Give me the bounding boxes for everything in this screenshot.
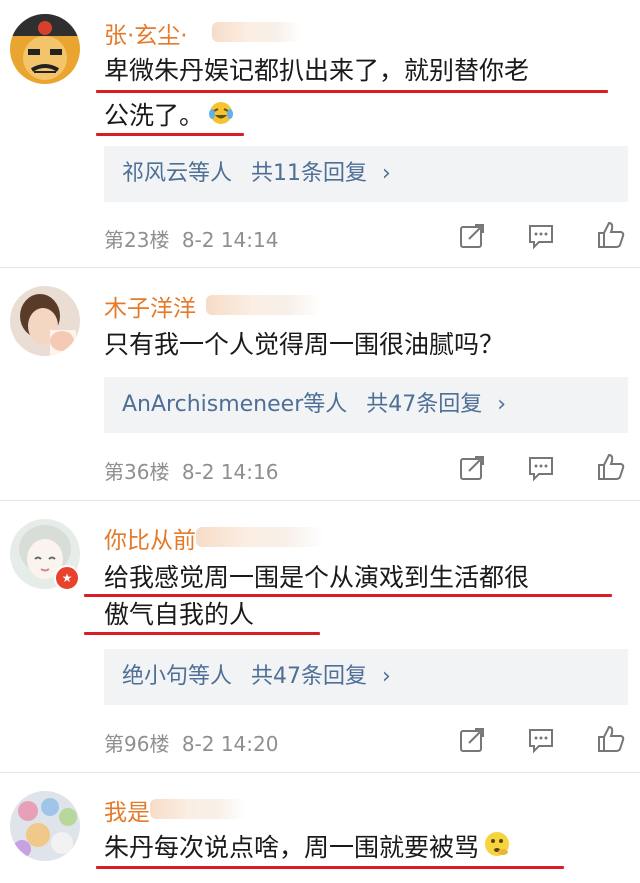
comment-item: 张·玄尘· 卑微朱丹娱记都扒出来了，就别替你老 公洗了。 祁风云等人 共11条回…: [0, 0, 640, 270]
reply-summary[interactable]: 祁风云等人 共11条回复 ›: [104, 146, 628, 202]
comment-text: 公洗了。: [104, 101, 205, 130]
share-icon[interactable]: [458, 454, 486, 482]
reply-suffix: 等人: [188, 664, 233, 689]
avatar[interactable]: [10, 791, 80, 861]
comment-text-line: 卑微朱丹娱记都扒出来了，就别替你老: [104, 56, 530, 85]
red-underline: [84, 632, 320, 635]
floor-number: 第96楼: [104, 732, 170, 756]
like-icon[interactable]: [596, 220, 626, 250]
thinking-emoji: [483, 827, 511, 872]
comment-item: ★ 你比从前 给我感觉周一围是个从演戏到生活都很 傲气自我的人 绝小句等人 共4…: [0, 501, 640, 773]
comment-meta: 第36楼 8-2 14:16: [104, 456, 278, 485]
floor-number: 第36楼: [104, 460, 170, 484]
red-underline: [96, 866, 564, 869]
reply-count[interactable]: 共11条回复: [251, 161, 367, 186]
avatar[interactable]: [10, 14, 80, 84]
username-blur: [206, 295, 322, 315]
reply-names[interactable]: 祁风云: [122, 161, 188, 186]
username-blur: [150, 799, 246, 819]
timestamp: 8-2 14:16: [181, 460, 279, 484]
comment-item: 我是 朱丹每次说点啥，周一围就要被骂: [0, 773, 640, 883]
reply-count[interactable]: 共47条回复: [366, 392, 482, 417]
like-icon[interactable]: [596, 452, 626, 482]
username-blur: [196, 527, 324, 547]
chevron-right-icon: ›: [497, 392, 507, 417]
chevron-right-icon: ›: [382, 664, 391, 689]
reply-names[interactable]: 绝小句: [122, 664, 188, 689]
comment-text-line: 傲气自我的人: [104, 600, 255, 629]
red-underline: [96, 133, 244, 136]
comment-text: 朱丹每次说点啥，周一围就要被骂: [104, 833, 480, 862]
reply-count[interactable]: 共47条回复: [251, 664, 367, 689]
comment-icon[interactable]: [527, 454, 555, 482]
reply-summary[interactable]: AnArchismeneer等人 共47条回复 ›: [104, 377, 628, 433]
toys-photo-icon: [10, 791, 80, 861]
reply-suffix: 等人: [188, 161, 233, 186]
comment-meta: 第23楼 8-2 14:14: [104, 224, 278, 253]
floor-number: 第23楼: [104, 228, 170, 252]
username[interactable]: 张·玄尘·: [104, 16, 188, 50]
timestamp: 8-2 14:14: [181, 228, 279, 252]
username[interactable]: 我是: [104, 793, 150, 827]
avatar[interactable]: [10, 286, 80, 356]
comment-icon[interactable]: [527, 222, 555, 250]
username[interactable]: 你比从前: [104, 521, 196, 555]
username-blur: [212, 22, 302, 42]
person-photo-icon: [10, 286, 80, 356]
comment-text-line: 朱丹每次说点啥，周一围就要被骂: [104, 825, 511, 872]
timestamp: 8-2 14:20: [181, 732, 279, 756]
verified-badge: ★: [54, 565, 80, 591]
comment-meta: 第96楼 8-2 14:20: [104, 728, 278, 757]
reply-suffix: 等人: [303, 392, 348, 417]
reply-names[interactable]: AnArchismeneer: [122, 392, 303, 417]
comment-text-line: 只有我一个人觉得周一围很油腻吗？: [104, 330, 505, 359]
chevron-right-icon: ›: [382, 161, 391, 186]
comment-item: 木子洋洋 只有我一个人觉得周一围很油腻吗？ AnArchismeneer等人 共…: [0, 268, 640, 501]
cartoon-face-icon: [10, 14, 80, 84]
like-icon[interactable]: [596, 724, 626, 754]
username[interactable]: 木子洋洋: [104, 289, 196, 323]
share-icon[interactable]: [458, 222, 486, 250]
comment-icon[interactable]: [527, 726, 555, 754]
reply-summary[interactable]: 绝小句等人 共47条回复 ›: [104, 649, 628, 705]
share-icon[interactable]: [458, 726, 486, 754]
